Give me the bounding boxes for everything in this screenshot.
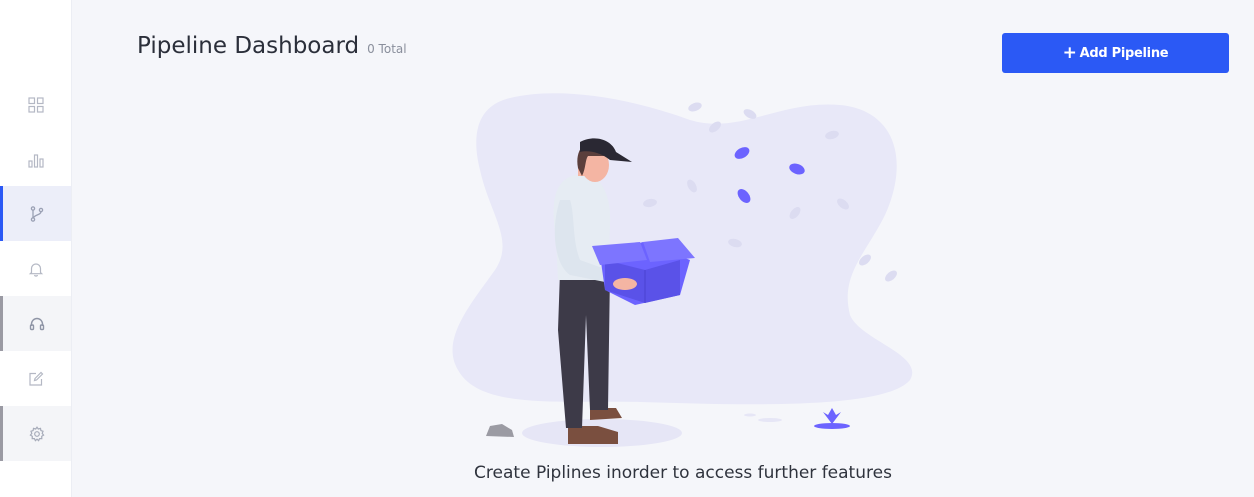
grid-icon bbox=[27, 96, 44, 113]
sidebar-item-edit[interactable] bbox=[0, 351, 71, 406]
bar-chart-icon bbox=[27, 153, 44, 168]
headset-icon bbox=[29, 317, 45, 330]
git-branch-icon bbox=[30, 205, 44, 222]
bell-icon bbox=[28, 262, 43, 277]
sidebar-item-pipelines[interactable] bbox=[0, 186, 71, 241]
plus-icon: + bbox=[1062, 42, 1077, 63]
sidebar-item-dashboard[interactable] bbox=[0, 77, 71, 132]
gear-icon bbox=[29, 425, 45, 442]
empty-state-message: Create Piplines inorder to access furthe… bbox=[474, 463, 892, 483]
add-pipeline-label: Add Pipeline bbox=[1079, 45, 1169, 61]
page-title-text: Pipeline Dashboard bbox=[137, 33, 360, 59]
sidebar-item-settings[interactable] bbox=[0, 406, 71, 461]
pipeline-count: 0 Total bbox=[367, 42, 407, 56]
sidebar-item-analytics[interactable] bbox=[0, 132, 71, 187]
person-holding-box-illustration bbox=[452, 93, 913, 447]
sidebar bbox=[0, 0, 72, 497]
empty-state: Create Piplines inorder to access furthe… bbox=[72, 463, 1254, 483]
page-title: Pipeline Dashboard 0 Total bbox=[137, 33, 407, 59]
edit-icon bbox=[28, 371, 43, 386]
sidebar-item-notifications[interactable] bbox=[0, 241, 71, 296]
sidebar-item-support[interactable] bbox=[0, 296, 71, 351]
add-pipeline-button[interactable]: + Add Pipeline bbox=[1002, 33, 1229, 73]
